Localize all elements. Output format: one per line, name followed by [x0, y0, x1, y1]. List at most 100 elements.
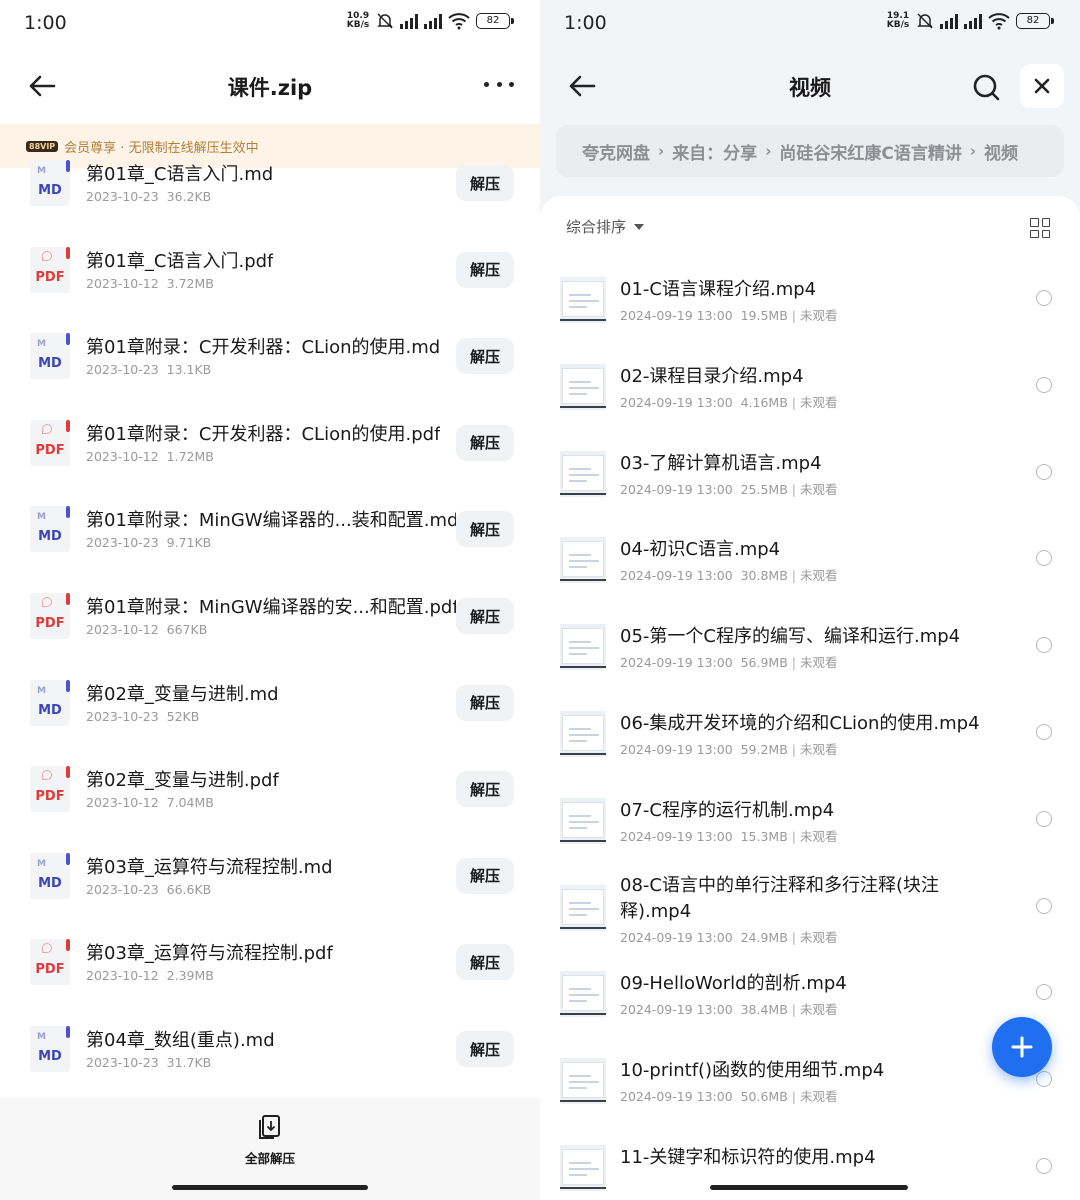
select-radio[interactable] [1036, 897, 1052, 914]
search-button[interactable] [966, 67, 1006, 107]
video-datetime: 2024-09-19 13:00 [620, 568, 733, 584]
breadcrumb-item[interactable]: 视频 [984, 139, 1018, 164]
video-name: 11-关键字和标识符的使用.mp4 [620, 1147, 876, 1168]
file-row[interactable]: PDF 第02章_变量与进制.pdf 2023-10-12 7.04MB 解压 [0, 744, 540, 830]
select-radio[interactable] [1036, 550, 1052, 567]
meta-divider: | [791, 655, 797, 671]
unzip-button[interactable]: 解压 [456, 165, 514, 201]
file-type-tag: PDF [35, 962, 65, 978]
sort-dropdown[interactable]: 综合排序 [566, 216, 645, 237]
select-radio[interactable] [1036, 637, 1052, 654]
more-horizontal-icon [484, 81, 489, 87]
battery-icon: 82 [1016, 13, 1054, 29]
video-datetime: 2024-09-19 13:00 [620, 394, 733, 410]
home-indicator[interactable] [172, 1185, 368, 1190]
select-radio[interactable] [1036, 984, 1052, 1001]
file-date: 2023-10-23 [86, 362, 159, 378]
video-size: 25.5MB [740, 481, 788, 497]
video-datetime: 2024-09-19 13:00 [620, 308, 733, 323]
file-name: 第01章附录：C开发利器：CLion的使用.pdf [86, 423, 441, 445]
video-status: 未观看 [800, 481, 838, 497]
file-type-tag: MD [38, 702, 62, 718]
thumbnail-screen [562, 1062, 604, 1099]
more-button[interactable] [484, 74, 514, 94]
file-row[interactable]: Μ MD 第01章_C语言入门.md 2023-10-23 36.2KB 解压 [0, 138, 540, 224]
file-size: 1.72MB [166, 448, 214, 464]
unzip-button[interactable]: 解压 [456, 598, 514, 634]
md-file-icon: Μ MD [30, 852, 70, 899]
cloud-video-pane: 1:00 19.1 KB/s 82 视频 夸克网盘 › 来自：分享 › 尚硅谷宋… [540, 0, 1080, 1200]
video-row[interactable]: 07-C程序的运行机制.mp4 2024-09-19 13:00 15.3MB | 未… [540, 769, 1080, 856]
video-size: 30.8MB [740, 568, 788, 584]
select-radio[interactable] [1036, 1158, 1052, 1174]
select-radio[interactable] [1036, 1071, 1052, 1088]
file-row[interactable]: PDF 第01章附录：C开发利器：CLion的使用.pdf 2023-10-12 1.… [0, 398, 540, 484]
video-row[interactable]: 02-课程目录介绍.mp4 2024-09-19 13:00 4.16MB | 未观看 [540, 335, 1080, 422]
status-time: 1:00 [564, 12, 607, 34]
meta-divider: | [791, 1002, 797, 1018]
file-row[interactable]: PDF 第01章_C语言入门.pdf 2023-10-12 3.72MB 解压 [0, 225, 540, 311]
status-bar: 1:00 10.9 KB/s 82 [0, 0, 540, 46]
mute-bell-icon [377, 13, 393, 29]
file-row[interactable]: Μ MD 第03章_运算符与流程控制.md 2023-10-23 66.6KB 解压 [0, 831, 540, 917]
close-button[interactable] [1020, 64, 1064, 108]
breadcrumb: 夸克网盘 › 来自：分享 › 尚硅谷宋红康C语言精讲 › 视频 [556, 125, 1064, 177]
file-type-tag: MD [38, 529, 62, 545]
video-row[interactable]: 01-C语言课程介绍.mp4 2024-09-19 13:00 19.5MB | 未观… [540, 248, 1080, 335]
file-row[interactable]: Μ MD 第01章附录：MinGW编译器的...装和配置.md 2023-10-23 9… [0, 484, 540, 570]
video-row[interactable]: 04-初识C语言.mp4 2024-09-19 13:00 30.8MB | 未观看 [540, 508, 1080, 595]
breadcrumb-item[interactable]: 来自：分享 [672, 139, 757, 164]
unzip-button[interactable]: 解压 [456, 511, 514, 548]
select-radio[interactable] [1036, 724, 1052, 740]
file-corner [66, 679, 70, 692]
md-file-icon: Μ MD [30, 679, 70, 726]
add-button[interactable] [992, 1017, 1052, 1077]
select-radio[interactable] [1036, 290, 1052, 306]
video-size: 38.4MB [740, 1002, 788, 1018]
video-row[interactable]: 08-C语言中的单行注释和多行注释(块注释).mp4 2024-09-19 13:… [540, 856, 1080, 945]
video-thumbnail [560, 537, 606, 584]
unzip-button[interactable]: 解压 [456, 771, 514, 808]
file-row[interactable]: Μ MD 第01章附录：C开发利器：CLion的使用.md 2023-10-23 13.… [0, 311, 540, 397]
mute-bell-icon [917, 13, 933, 29]
unzip-button[interactable]: 解压 [456, 1031, 514, 1067]
breadcrumb-item[interactable]: 尚硅谷宋红康C语言精讲 [779, 139, 961, 164]
unzip-button[interactable]: 解压 [456, 251, 514, 288]
file-name: 第03章_运算符与流程控制.md [86, 856, 333, 878]
unzip-button[interactable]: 解压 [456, 944, 514, 981]
breadcrumb-item[interactable]: 夸克网盘 [582, 139, 650, 164]
file-size: 3.72MB [166, 275, 214, 291]
video-row[interactable]: 09-HelloWorld的剖析.mp4 2024-09-19 13:00 38.… [540, 942, 1080, 1029]
file-meta: 2023-10-12 667KB [86, 622, 207, 637]
file-row[interactable]: PDF 第03章_运算符与流程控制.pdf 2023-10-12 2.39MB 解压 [0, 917, 540, 1003]
video-row[interactable]: 05-第一个C程序的编写、编译和运行.mp4 2024-09-19 13:00 5… [540, 595, 1080, 682]
file-type-tag: MD [38, 1049, 62, 1064]
grid-view-button[interactable] [1030, 218, 1050, 238]
select-radio[interactable] [1036, 463, 1052, 480]
video-size: 15.3MB [740, 828, 788, 844]
unzip-button[interactable]: 解压 [456, 424, 514, 461]
video-thumbnail [560, 711, 606, 757]
unzip-button[interactable]: 解压 [456, 684, 514, 721]
video-meta: 2024-09-19 13:00 19.5MB | 未观看 [620, 305, 838, 324]
unzip-button[interactable]: 解压 [456, 857, 514, 894]
video-row[interactable]: 06-集成开发环境的介绍和CLion的使用.mp4 2024-09-19 13:0… [540, 682, 1080, 769]
thumbnail-base [560, 1100, 606, 1103]
file-corner [66, 419, 70, 432]
status-bar: 1:00 19.1 KB/s 82 [540, 0, 1080, 46]
file-size: 36.2KB [166, 189, 212, 204]
video-row[interactable]: 03-了解计算机语言.mp4 2024-09-19 13:00 25.5MB | 未观… [540, 422, 1080, 509]
file-row[interactable]: Μ MD 第02章_变量与进制.md 2023-10-23 52KB 解压 [0, 658, 540, 744]
select-radio[interactable] [1036, 810, 1052, 827]
file-name: 第04章_数组(重点).md [86, 1030, 275, 1051]
unzip-button[interactable]: 解压 [456, 338, 514, 375]
home-indicator[interactable] [710, 1185, 908, 1190]
file-row[interactable]: PDF 第01章附录：MinGW编译器的安...和配置.pdf 2023-10-12… [0, 571, 540, 657]
video-thumbnail [560, 450, 606, 497]
select-radio[interactable] [1036, 376, 1052, 393]
file-corner [66, 766, 70, 779]
network-speed: 19.1 KB/s [886, 12, 910, 30]
file-row[interactable]: Μ MD 第04章_数组(重点).md 2023-10-23 31.7KB 解压 [0, 1004, 540, 1090]
signal-1-icon [940, 13, 958, 29]
unzip-all-button[interactable]: 全部解压 [0, 1112, 540, 1167]
